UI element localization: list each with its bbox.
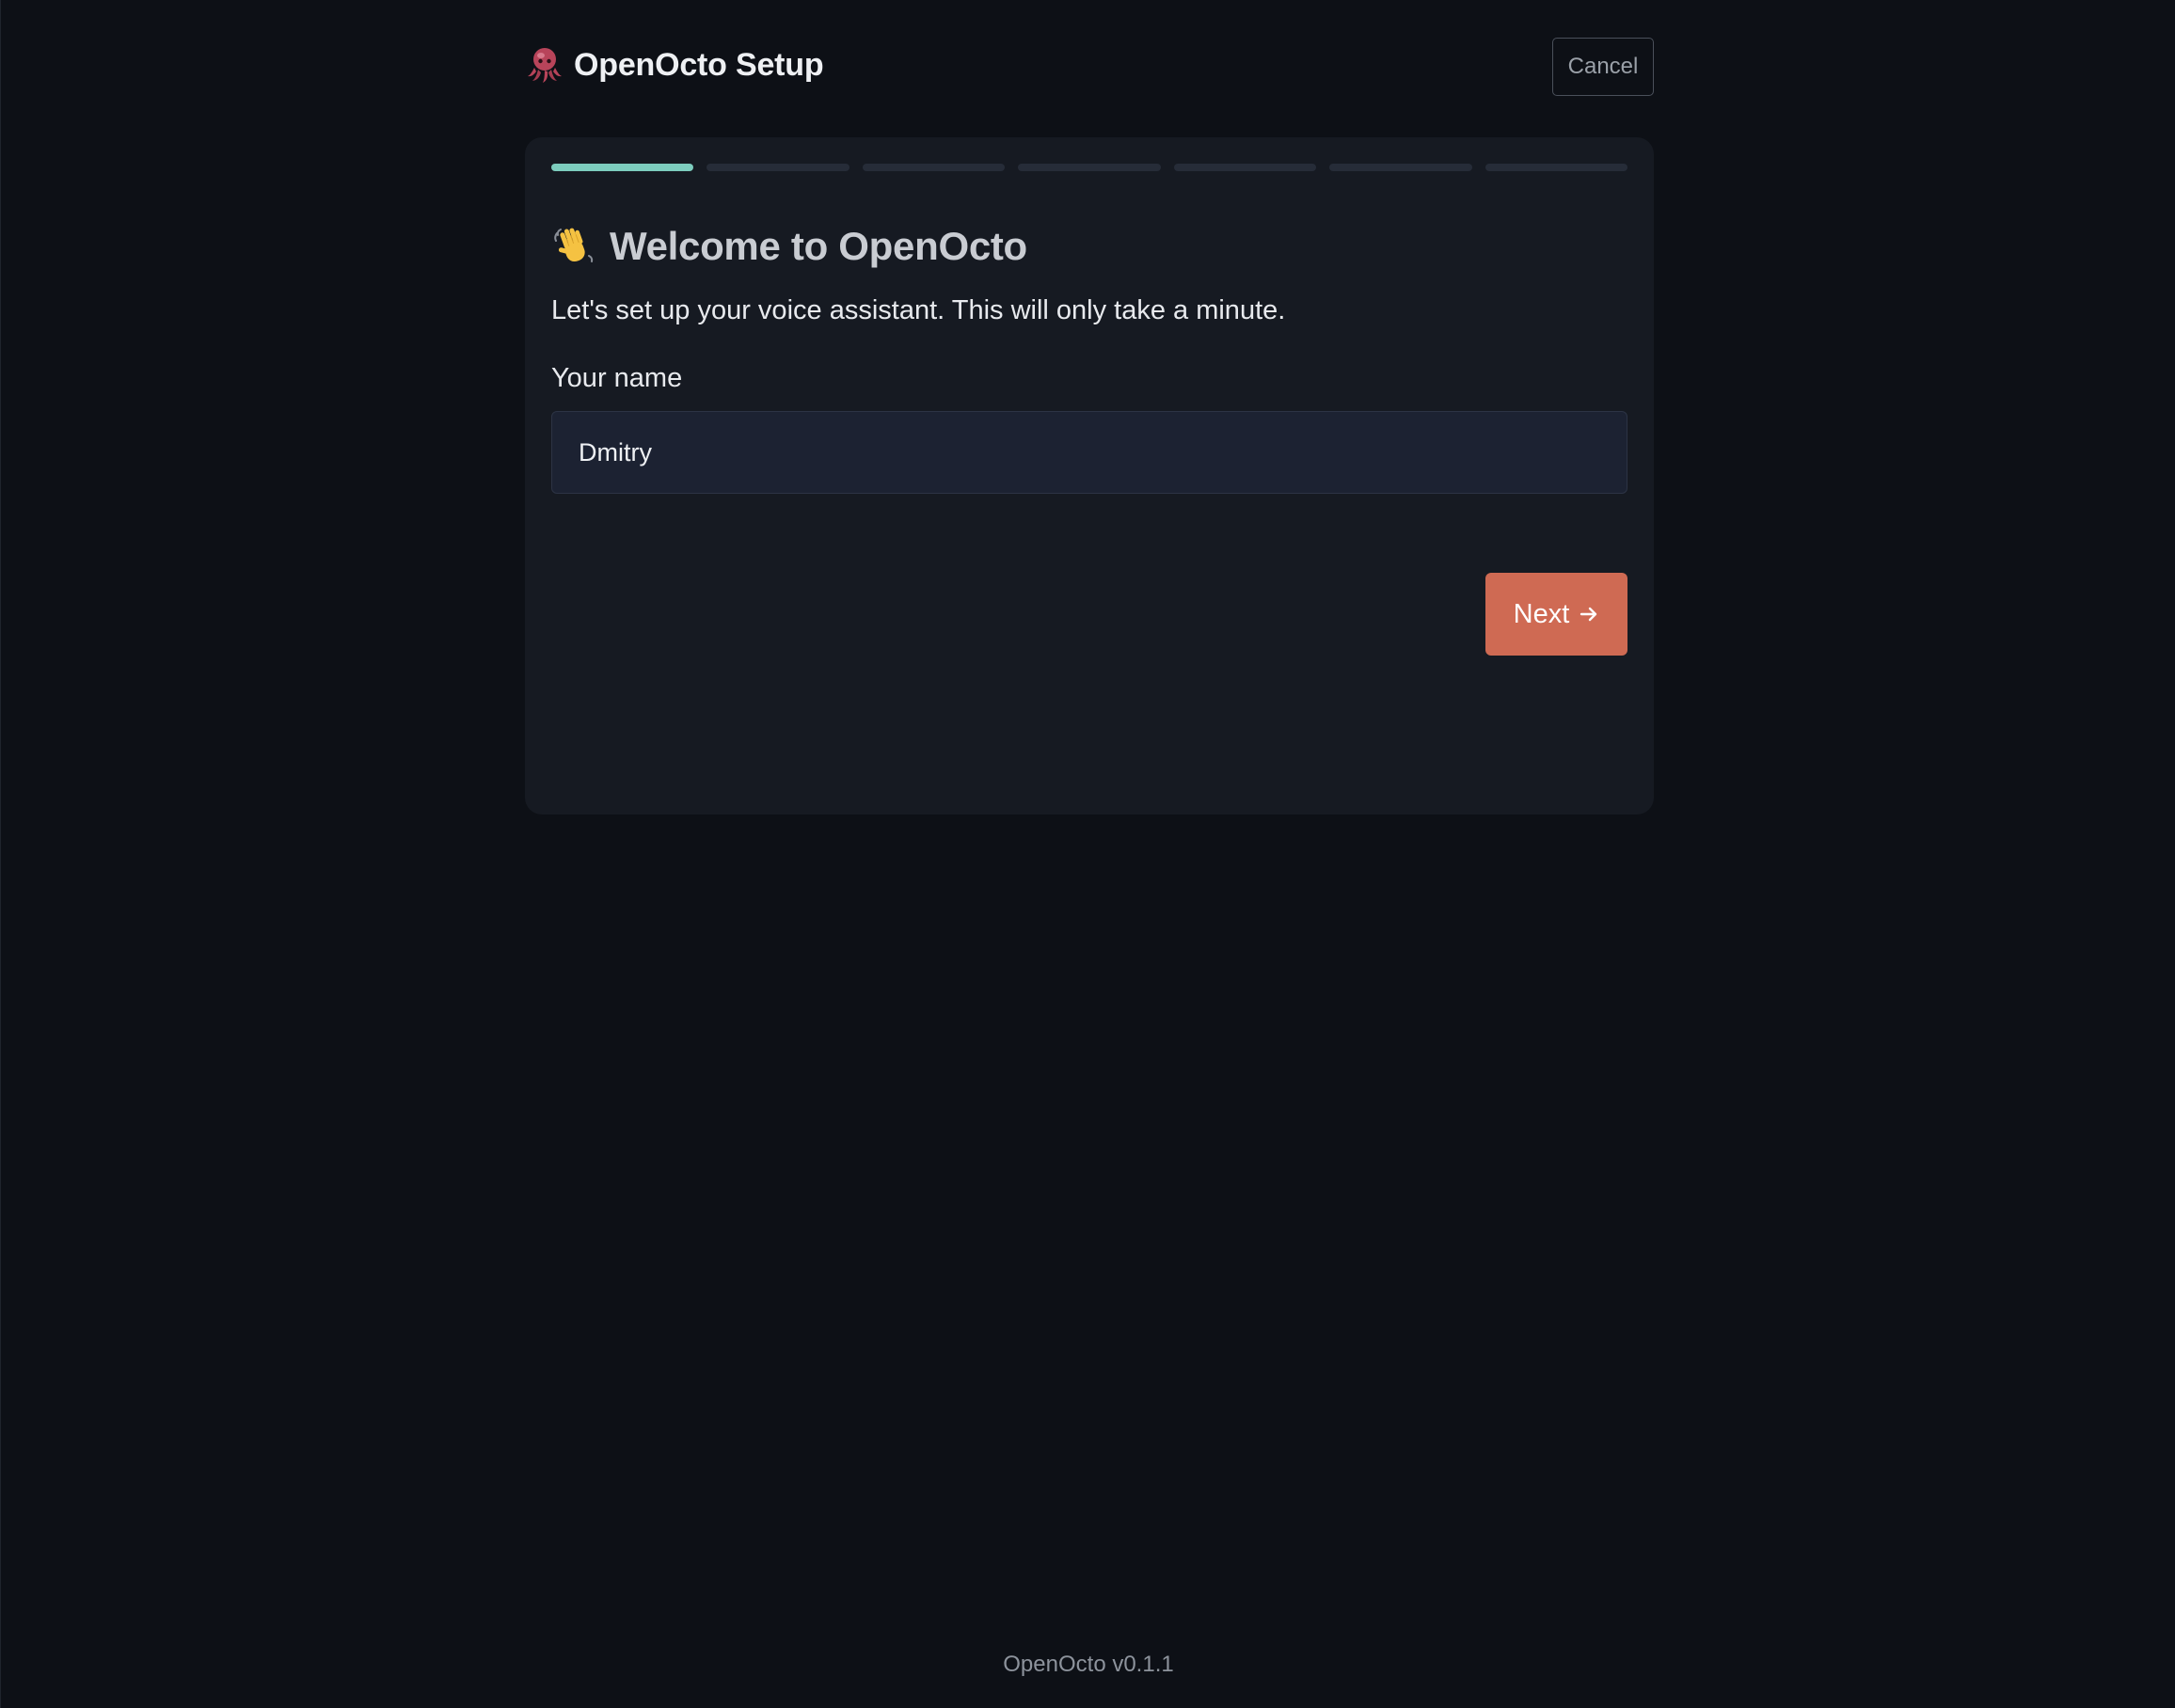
progress-step-5 (1173, 164, 1317, 171)
wizard-progress (551, 164, 1627, 171)
app-window: OpenOcto Setup Cancel Welcome to OpenOct… (0, 0, 2175, 1708)
progress-step-7 (1484, 164, 1627, 171)
progress-step-3 (862, 164, 1006, 171)
next-button[interactable]: Next (1485, 573, 1627, 656)
progress-step-6 (1329, 164, 1472, 171)
arrow-right-icon (1580, 607, 1597, 622)
welcome-title: Welcome to OpenOcto (610, 224, 1027, 268)
welcome-heading: Welcome to OpenOcto (551, 224, 1027, 269)
cancel-button[interactable]: Cancel (1552, 38, 1654, 96)
welcome-subtitle: Let's set up your voice assistant. This … (551, 295, 1286, 325)
brand: OpenOcto Setup (525, 45, 824, 85)
progress-step-4 (1018, 164, 1161, 171)
version-footer: OpenOcto v0.1.1 (1003, 1652, 1174, 1677)
octopus-icon (528, 48, 562, 83)
setup-header: OpenOcto Setup Cancel (525, 38, 1654, 98)
name-input[interactable] (551, 411, 1627, 494)
setup-card: Welcome to OpenOcto Let's set up your vo… (525, 137, 1654, 814)
app-title: OpenOcto Setup (574, 46, 824, 83)
next-button-label: Next (1513, 598, 1570, 629)
progress-step-1 (551, 164, 694, 171)
progress-step-2 (706, 164, 849, 171)
name-field-label: Your name (551, 363, 683, 393)
waving-hand-icon (554, 228, 594, 262)
